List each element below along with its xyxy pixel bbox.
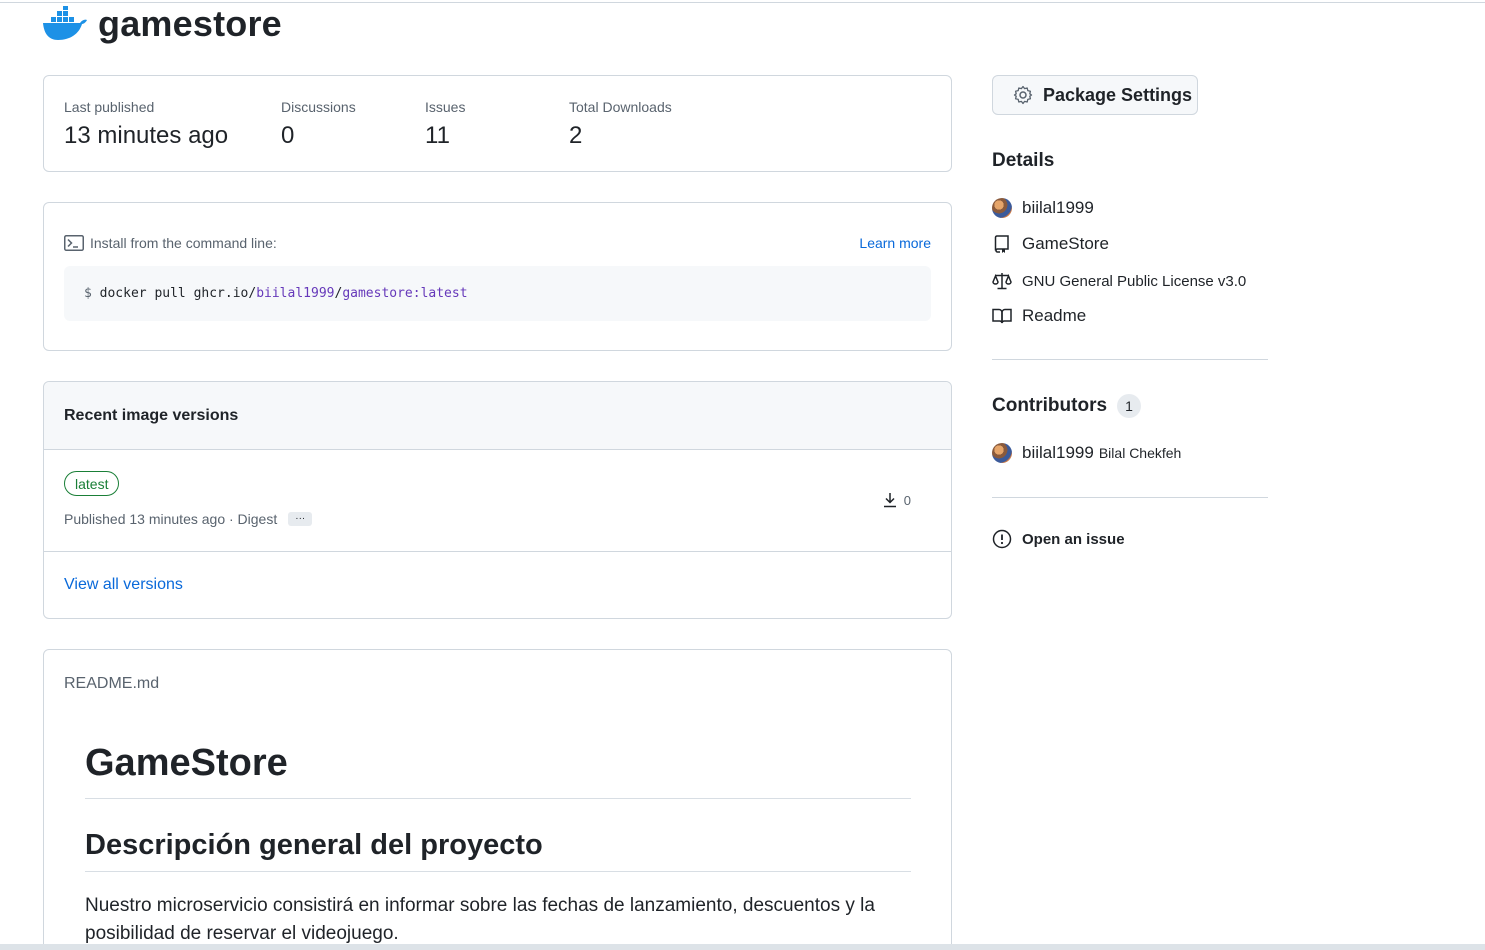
sidebar-divider xyxy=(992,359,1268,360)
command-slash: / xyxy=(334,286,343,301)
stat-total-downloads: Total Downloads 2 xyxy=(569,98,672,151)
contributors-count-badge: 1 xyxy=(1117,394,1142,418)
stat-last-published: Last published 13 minutes ago xyxy=(64,98,228,151)
contributors-heading: Contributors 1 xyxy=(992,394,1142,418)
stat-value: 2 xyxy=(569,122,583,149)
stat-label: Total Downloads xyxy=(569,99,672,115)
download-count: 0 xyxy=(903,492,911,508)
book-icon xyxy=(992,306,1012,326)
sidebar-divider xyxy=(992,497,1268,498)
details-readme-label: Readme xyxy=(1022,306,1087,325)
install-label-group: Install from the command line: xyxy=(64,235,277,251)
package-header: gamestore xyxy=(42,4,282,44)
gear-icon xyxy=(1013,85,1033,105)
terminal-icon xyxy=(64,235,84,251)
details-owner-label: biilal1999 xyxy=(1022,198,1094,217)
recent-versions-box: Recent image versions latest Published 1… xyxy=(43,381,952,619)
command-text: docker pull ghcr.io/ xyxy=(99,286,257,301)
version-published-text: Published 13 minutes ago · Digest xyxy=(64,511,278,527)
stat-issues: Issues 11 xyxy=(425,98,465,151)
details-repository[interactable]: GameStore xyxy=(992,234,1109,254)
package-title: gamestore xyxy=(98,3,282,44)
stat-label: Last published xyxy=(64,99,155,115)
version-published: Published 13 minutes ago · Digest ··· xyxy=(64,511,313,527)
avatar xyxy=(992,198,1012,218)
stat-label: Discussions xyxy=(281,99,356,115)
details-heading: Details xyxy=(992,150,1055,171)
details-owner[interactable]: biilal1999 xyxy=(992,198,1094,218)
details-readme[interactable]: Readme xyxy=(992,306,1086,326)
download-icon xyxy=(883,493,896,508)
readme-section-heading: Descripción general del proyecto xyxy=(85,823,911,872)
package-stats: Last published 13 minutes ago Discussion… xyxy=(43,75,952,172)
contributor-name: Bilal Chekfeh xyxy=(1098,445,1182,461)
versions-heading: Recent image versions xyxy=(44,382,951,450)
open-issue-label: Open an issue xyxy=(1022,530,1125,548)
issue-opened-icon xyxy=(992,529,1012,549)
law-icon xyxy=(992,271,1012,291)
readme-paragraph: Nuestro microservicio consistirá en info… xyxy=(85,895,875,944)
stat-value: 11 xyxy=(425,122,450,149)
docker-whale-icon xyxy=(43,6,87,40)
open-issue-link[interactable]: Open an issue xyxy=(992,529,1125,549)
details-repository-label: GameStore xyxy=(1022,234,1109,253)
readme-content: GameStore Descripción general del proyec… xyxy=(85,736,911,948)
details-license-label: GNU General Public License v3.0 xyxy=(1022,272,1247,290)
command-image: gamestore:latest xyxy=(342,286,468,301)
repo-icon xyxy=(992,234,1012,254)
contributor-item[interactable]: biilal1999 Bilal Chekfeh xyxy=(992,443,1181,463)
package-settings-button[interactable]: Package Settings xyxy=(992,75,1198,115)
install-row: Install from the command line: Learn mor… xyxy=(64,235,931,251)
learn-more-link[interactable]: Learn more xyxy=(859,235,931,251)
owner-avatar-wrap xyxy=(992,198,1012,218)
stat-value: 0 xyxy=(281,122,295,149)
contributors-heading-label: Contributors xyxy=(992,395,1108,416)
stat-label: Issues xyxy=(425,99,466,115)
install-label: Install from the command line: xyxy=(90,235,277,251)
readme-filename: README.md xyxy=(64,675,160,692)
command-prompt: $ xyxy=(84,286,92,301)
readme-title: GameStore xyxy=(85,736,911,799)
version-row: latest Published 13 minutes ago · Digest… xyxy=(44,450,951,552)
digest-expand-button[interactable]: ··· xyxy=(288,512,313,526)
bottom-scroll-area xyxy=(0,944,1485,950)
contributor-avatar-wrap xyxy=(992,443,1012,463)
version-downloads: 0 xyxy=(883,492,911,508)
install-command[interactable]: $ docker pull ghcr.io/biilal1999/gamesto… xyxy=(64,266,931,321)
stat-discussions: Discussions 0 xyxy=(281,98,356,151)
contributor-login: biilal1999 xyxy=(1022,443,1094,462)
details-license[interactable]: GNU General Public License v3.0 xyxy=(992,271,1246,291)
stat-value: 13 minutes ago xyxy=(64,122,229,149)
command-owner: biilal1999 xyxy=(256,286,335,301)
package-settings-label: Package Settings xyxy=(1043,84,1193,105)
view-all-versions-link[interactable]: View all versions xyxy=(44,552,951,618)
avatar xyxy=(992,443,1012,463)
install-box: Install from the command line: Learn mor… xyxy=(43,202,952,351)
readme-box: README.md GameStore Descripción general … xyxy=(43,649,952,950)
version-tag[interactable]: latest xyxy=(64,471,120,496)
